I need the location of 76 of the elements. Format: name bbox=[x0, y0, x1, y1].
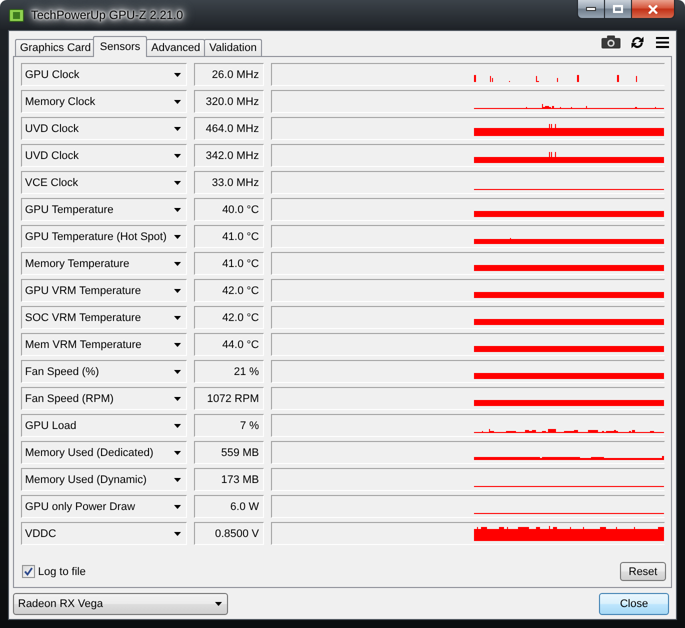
caret-icon bbox=[174, 478, 181, 482]
caret-icon bbox=[174, 208, 181, 212]
sensor-value: 40.0 °C bbox=[194, 198, 264, 221]
device-dropdown[interactable]: Radeon RX Vega bbox=[13, 592, 228, 614]
tab[interactable]: Sensors bbox=[92, 36, 148, 57]
caret-icon bbox=[174, 316, 181, 320]
checkbox[interactable] bbox=[22, 565, 35, 578]
caret-icon bbox=[174, 100, 181, 104]
close-icon bbox=[648, 4, 658, 14]
caret-icon bbox=[174, 262, 181, 266]
close-button[interactable] bbox=[631, 0, 675, 19]
sensor-value: 6.0 W bbox=[194, 495, 264, 518]
caret-icon bbox=[174, 504, 181, 508]
tab[interactable]: Validation bbox=[204, 39, 262, 56]
checkmark-icon bbox=[24, 567, 33, 576]
caret-icon bbox=[174, 370, 181, 374]
chip-icon bbox=[9, 9, 24, 22]
sensor-value: 21 % bbox=[194, 360, 264, 383]
caret-icon bbox=[174, 234, 181, 238]
sensor-select[interactable]: Memory Used (Dedicated) bbox=[21, 441, 187, 464]
sensor-select[interactable]: UVD Clock bbox=[21, 117, 187, 140]
camera-icon[interactable] bbox=[601, 35, 621, 49]
caret-icon bbox=[174, 126, 181, 130]
sensor-select[interactable]: Mem VRM Temperature bbox=[21, 333, 187, 356]
caret-icon bbox=[174, 180, 181, 184]
sensor-value: 41.0 °C bbox=[194, 225, 264, 248]
sensor-value: 26.0 MHz bbox=[194, 63, 264, 86]
tab[interactable]: Advanced bbox=[146, 39, 206, 56]
sensor-value: 1072 RPM bbox=[194, 387, 264, 410]
sensor-select[interactable]: GPU Load bbox=[21, 414, 187, 437]
tab[interactable]: Graphics Card bbox=[15, 39, 96, 56]
sensor-value: 559 MB bbox=[194, 441, 264, 464]
sensor-value: 44.0 °C bbox=[194, 333, 264, 356]
caret-icon bbox=[215, 602, 222, 606]
caret-icon bbox=[174, 72, 181, 76]
caret-icon bbox=[174, 450, 181, 454]
sensor-value: 42.0 °C bbox=[194, 306, 264, 329]
sensor-value: 173 MB bbox=[194, 468, 264, 491]
minimize-icon bbox=[586, 7, 596, 11]
sensor-value: 464.0 MHz bbox=[194, 117, 264, 140]
sensor-select[interactable]: UVD Clock bbox=[21, 144, 187, 167]
sensor-value: 0.8500 V bbox=[194, 522, 264, 545]
minimize-button[interactable] bbox=[577, 0, 604, 19]
sensor-value: 7 % bbox=[194, 414, 264, 437]
sensor-select[interactable]: Memory Clock bbox=[21, 90, 187, 113]
maximize-button[interactable] bbox=[604, 0, 631, 19]
checkbox-label[interactable]: Log to file bbox=[38, 566, 86, 578]
caret-icon bbox=[174, 288, 181, 292]
sensor-value: 342.0 MHz bbox=[194, 144, 264, 167]
reset-button[interactable]: Reset bbox=[620, 562, 666, 581]
sensor-select[interactable]: Fan Speed (RPM) bbox=[21, 387, 187, 410]
caret-icon bbox=[174, 532, 181, 536]
sensor-select[interactable]: GPU Clock bbox=[21, 63, 187, 86]
caret-icon bbox=[174, 424, 181, 428]
sensor-select[interactable]: VCE Clock bbox=[21, 171, 187, 194]
sensor-select[interactable]: SOC VRM Temperature bbox=[21, 306, 187, 329]
caret-icon bbox=[174, 154, 181, 158]
close-dialog-button[interactable]: Close bbox=[599, 592, 669, 614]
sensor-value: 42.0 °C bbox=[194, 279, 264, 302]
sensor-select[interactable]: GPU Temperature (Hot Spot) bbox=[21, 225, 187, 248]
sensor-value: 320.0 MHz bbox=[194, 90, 264, 113]
window-title: TechPowerUp GPU-Z 2.21.0 bbox=[31, 8, 184, 23]
sensor-select[interactable]: Fan Speed (%) bbox=[21, 360, 187, 383]
caret-icon bbox=[174, 342, 181, 346]
maximize-icon bbox=[613, 5, 623, 13]
sensor-select[interactable]: Memory Used (Dynamic) bbox=[21, 468, 187, 491]
sensor-value: 33.0 MHz bbox=[194, 171, 264, 194]
refresh-icon[interactable] bbox=[631, 36, 644, 48]
sensor-select[interactable]: VDDC bbox=[21, 522, 187, 545]
sensor-select[interactable]: GPU VRM Temperature bbox=[21, 279, 187, 302]
sensor-select[interactable]: GPU only Power Draw bbox=[21, 495, 187, 518]
sensor-value: 41.0 °C bbox=[194, 252, 264, 275]
caret-icon bbox=[174, 396, 181, 400]
menu-icon[interactable] bbox=[656, 36, 669, 48]
sensor-select[interactable]: Memory Temperature bbox=[21, 252, 187, 275]
sensor-select[interactable]: GPU Temperature bbox=[21, 198, 187, 221]
